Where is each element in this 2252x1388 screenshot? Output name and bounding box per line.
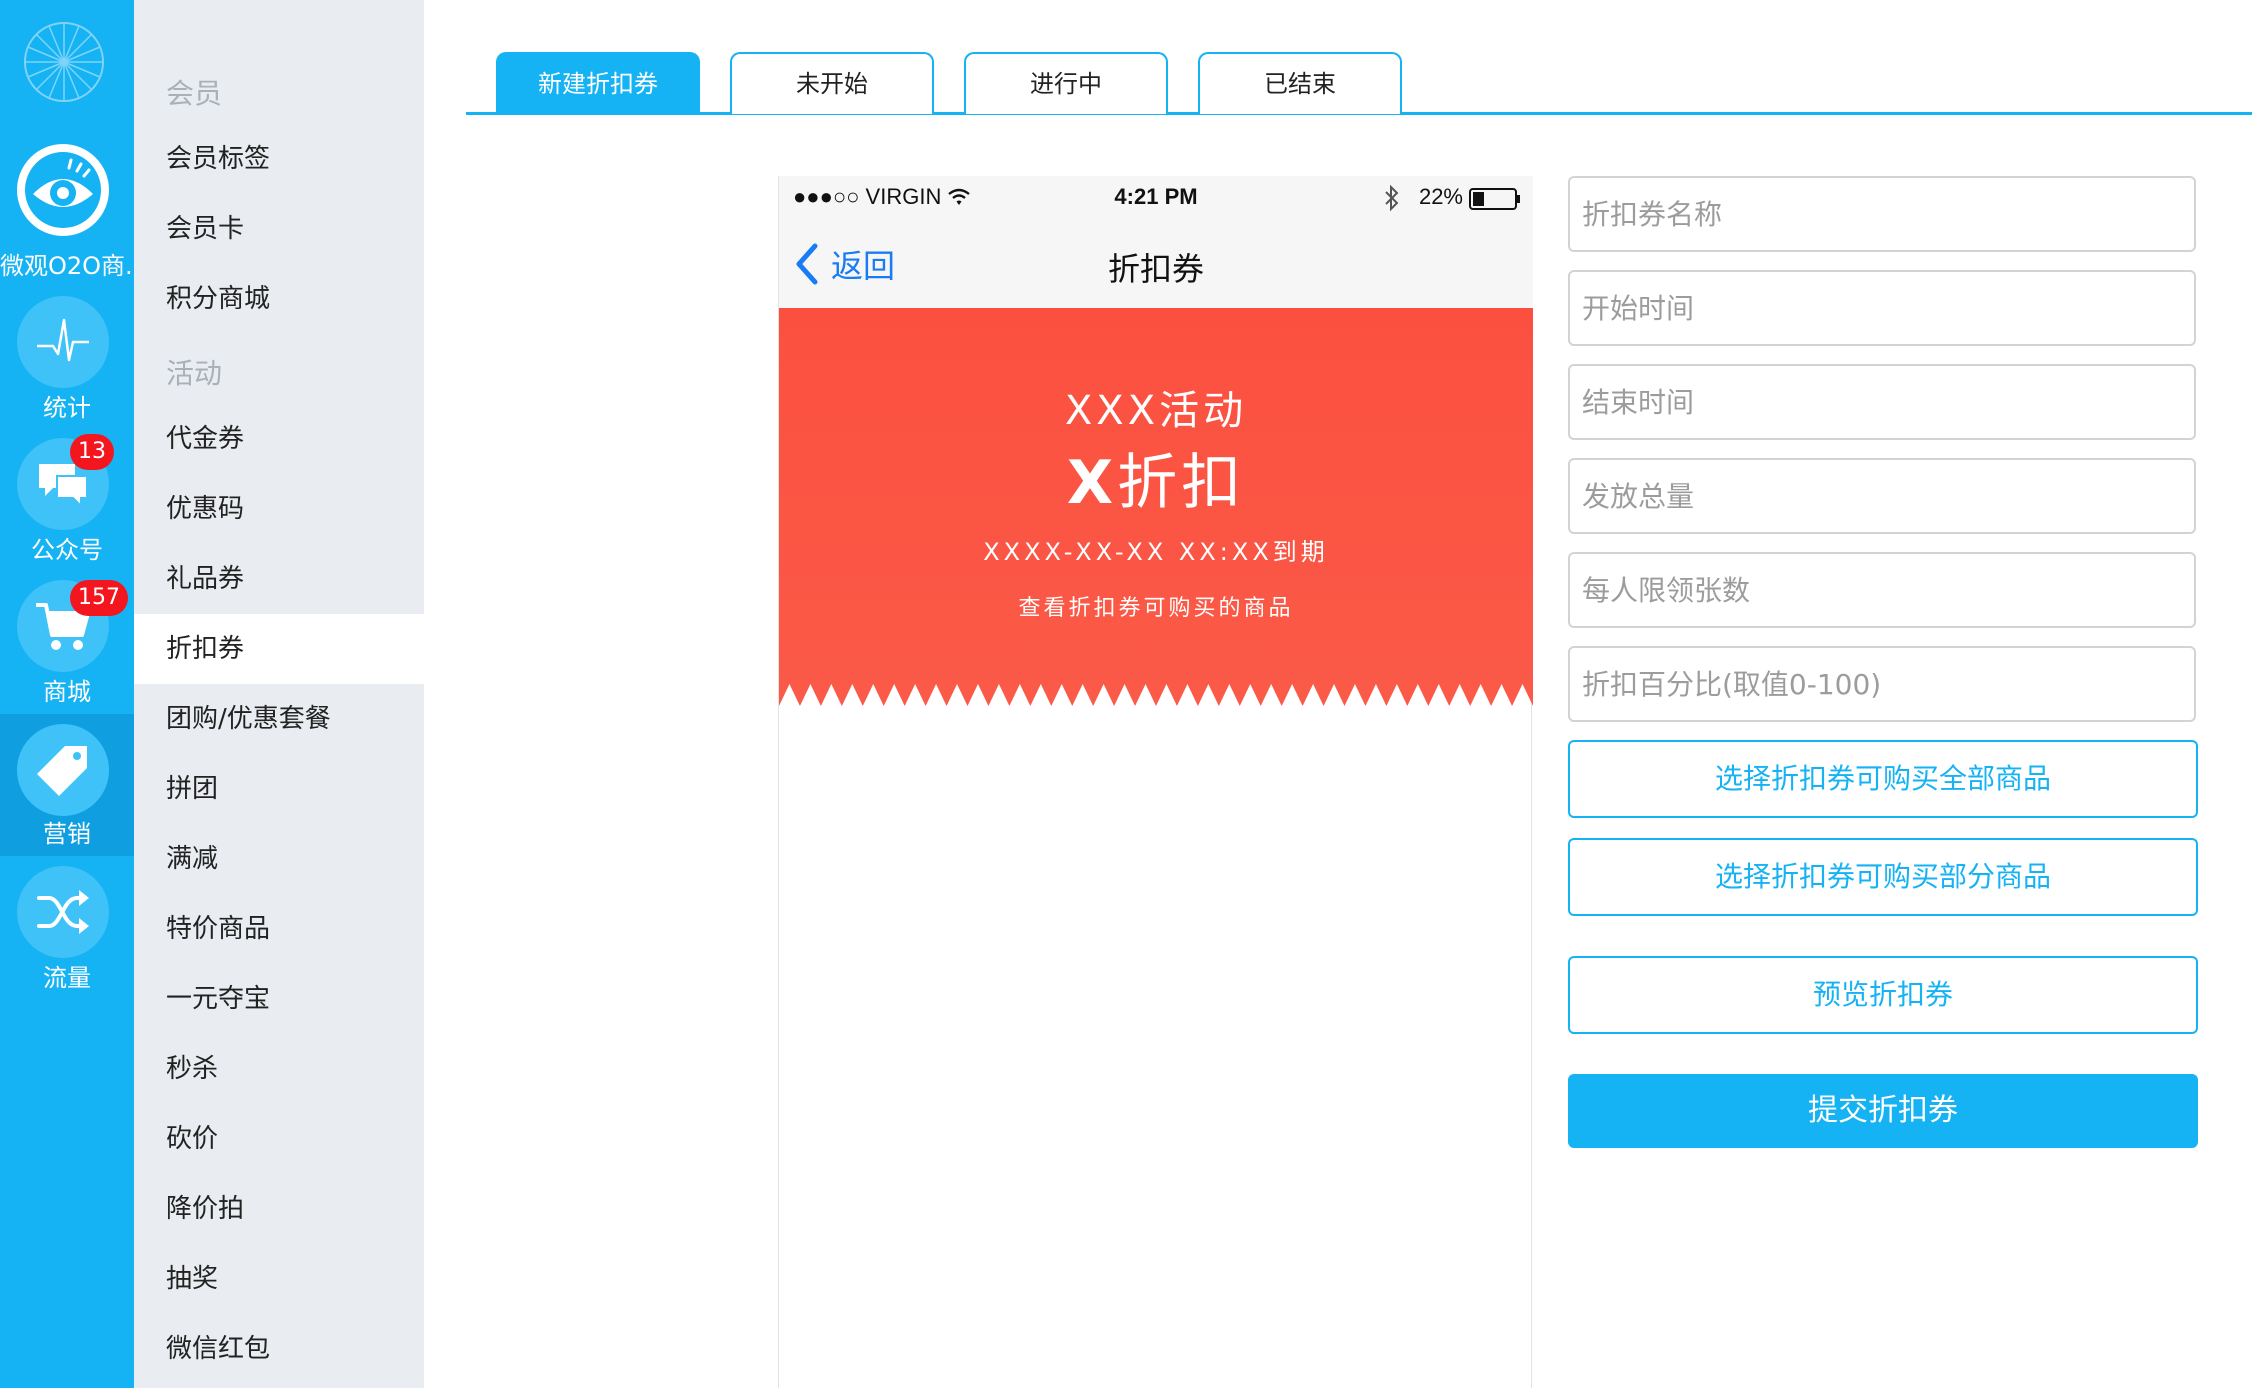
menu-item-member-card[interactable]: 会员卡	[134, 194, 424, 264]
preview-coupon-button[interactable]: 预览折扣券	[1568, 956, 2198, 1034]
status-bar: ●●●○○ VIRGIN 4:21 PM 22%	[779, 176, 1533, 220]
rail-label-traffic: 流量	[43, 964, 91, 992]
rail-item-traffic[interactable]: 流量	[0, 862, 134, 1004]
rail-label-app: 微观O2O商...	[0, 252, 134, 280]
menu-item-cash-voucher[interactable]: 代金券	[134, 404, 424, 474]
menu-item-wechat-red-packet[interactable]: 微信红包	[134, 1314, 424, 1384]
menu-item-one-yuan-treasure[interactable]: 一元夺宝	[134, 964, 424, 1034]
group-title-activity: 活动	[166, 357, 223, 390]
rail-label-official-account: 公众号	[31, 536, 103, 564]
rail-label-mall: 商城	[43, 678, 91, 706]
rail-item-official-account[interactable]: 13 公众号	[0, 434, 134, 576]
nav-bar: 返回 折扣券	[779, 220, 1533, 308]
menu-item-flash-sale[interactable]: 秒杀	[134, 1034, 424, 1104]
rail-label-marketing: 营销	[43, 820, 91, 848]
coupon-expire-time: XXXX-XX-XX XX:XX到期	[983, 538, 1329, 566]
tab-new-coupon[interactable]: 新建折扣券	[496, 52, 700, 114]
menu-item-gift-voucher[interactable]: 礼品券	[134, 544, 424, 614]
end-time-field[interactable]	[1568, 364, 2196, 440]
menu-item-discount-coupon[interactable]: 折扣券	[134, 614, 424, 684]
icon-rail: 微观O2O商... 统计 13 公众号 157 商城 营销 流量	[0, 0, 134, 1388]
menu-item-points-mall[interactable]: 积分商城	[134, 264, 424, 334]
start-time-field[interactable]	[1568, 270, 2196, 346]
tab-ended[interactable]: 已结束	[1198, 52, 1402, 114]
wheel-logo-icon	[24, 22, 104, 102]
select-all-goods-button[interactable]: 选择折扣券可购买全部商品	[1568, 740, 2198, 818]
menu-item-price-drop-auction[interactable]: 降价拍	[134, 1174, 424, 1244]
select-some-goods-button[interactable]: 选择折扣券可购买部分商品	[1568, 838, 2198, 916]
eye-icon	[25, 152, 101, 228]
coupon-event-name: XXX活动	[1064, 388, 1248, 434]
tab-in-progress[interactable]: 进行中	[964, 52, 1168, 114]
rail-item-app[interactable]: 微观O2O商...	[0, 134, 134, 280]
group-title-member: 会员	[166, 77, 223, 110]
coupon-name-field[interactable]	[1568, 176, 2196, 252]
tag-icon	[37, 746, 87, 796]
discount-percent-field[interactable]	[1568, 646, 2196, 722]
menu-item-bargain[interactable]: 砍价	[134, 1104, 424, 1174]
battery-percent: 22%	[1418, 184, 1463, 209]
per-user-limit-field[interactable]	[1568, 552, 2196, 628]
sub-menu: 会员 会员标签 会员卡 积分商城 活动 代金券 优惠码 礼品券 折扣券 团购/优…	[134, 0, 424, 1388]
phone-preview: ●●●○○ VIRGIN 4:21 PM 22% 返回 折扣券 XXX活动 X折…	[778, 176, 1533, 1388]
rail-label-stats: 统计	[43, 394, 91, 422]
submit-coupon-button[interactable]: 提交折扣券	[1568, 1074, 2198, 1148]
rail-item-marketing[interactable]: 营销	[0, 714, 134, 856]
menu-item-special-price[interactable]: 特价商品	[134, 894, 424, 964]
coupon-discount: X折扣	[1066, 448, 1246, 518]
menu-item-group-deal[interactable]: 拼团	[134, 754, 424, 824]
coupon-goods-link[interactable]: 查看折扣券可购买的商品	[779, 590, 1533, 622]
battery-icon	[1469, 188, 1520, 210]
shuffle-icon	[37, 890, 89, 934]
notification-badge: 157	[70, 580, 128, 616]
menu-item-member-tags[interactable]: 会员标签	[134, 124, 424, 194]
menu-item-promo-code[interactable]: 优惠码	[134, 474, 424, 544]
rail-item-stats[interactable]: 统计	[0, 292, 134, 434]
notification-badge: 13	[70, 434, 114, 470]
total-quantity-field[interactable]	[1568, 458, 2196, 534]
nav-title: 折扣券	[1107, 250, 1204, 288]
menu-item-group-buy[interactable]: 团购/优惠套餐	[134, 684, 424, 754]
pulse-icon	[37, 318, 89, 362]
menu-item-full-reduction[interactable]: 满减	[134, 824, 424, 894]
coupon-card: XXX活动 X折扣 XXXX-XX-XX XX:XX到期 查看折扣券可购买的商品	[779, 308, 1533, 708]
menu-item-lottery[interactable]: 抽奖	[134, 1244, 424, 1314]
tab-not-started[interactable]: 未开始	[730, 52, 934, 114]
bluetooth-icon	[1385, 184, 1399, 212]
rail-item-mall[interactable]: 157 商城	[0, 576, 134, 718]
